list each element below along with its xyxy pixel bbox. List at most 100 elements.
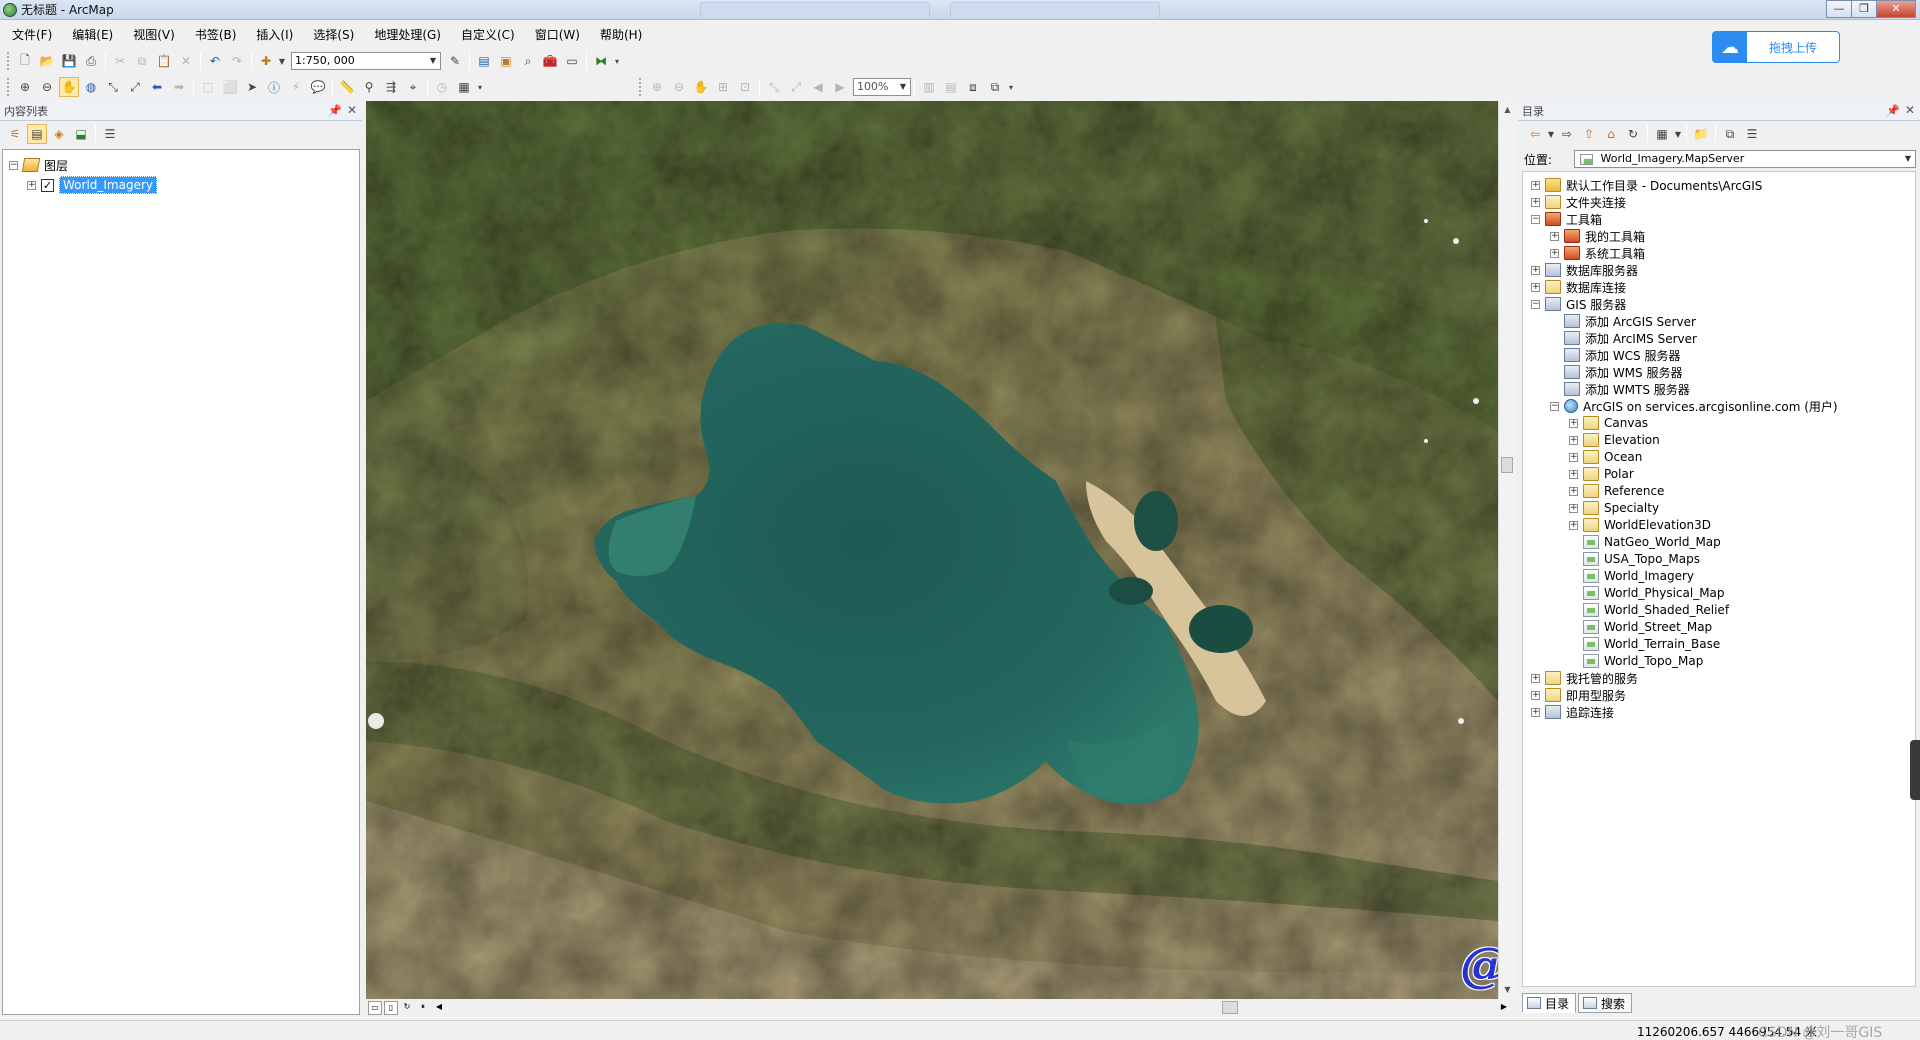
layout-view-icon[interactable]: ▯: [384, 1001, 398, 1015]
list-by-visibility-icon[interactable]: ◈: [49, 124, 69, 144]
catalog-tree-item[interactable]: NatGeo_World_Map: [1569, 533, 1721, 551]
menu-insert[interactable]: 插入(I): [244, 24, 301, 46]
catalog-tree-item[interactable]: 添加 ArcIMS Server: [1550, 329, 1697, 347]
catalog-tree-item[interactable]: + 我的工具箱: [1550, 227, 1645, 245]
pan-hand-icon[interactable]: ✋: [59, 77, 79, 97]
catalog-tree-item[interactable]: World_Topo_Map: [1569, 652, 1703, 670]
next-extent-icon[interactable]: ▶: [830, 77, 850, 97]
expand-icon[interactable]: +: [1569, 520, 1578, 530]
horizontal-scrollbar-thumb[interactable]: [1222, 1001, 1238, 1014]
tab-search[interactable]: 搜索: [1578, 993, 1633, 1013]
fixed-zoom-out-layout-icon[interactable]: ⤢: [786, 77, 806, 97]
expand-icon[interactable]: +: [27, 180, 36, 190]
menu-windows[interactable]: 窗口(W): [523, 24, 588, 46]
menu-customize[interactable]: 自定义(C): [449, 24, 523, 46]
redo-icon[interactable]: ↷: [227, 51, 247, 71]
layers-root-row[interactable]: − 图层: [9, 156, 68, 174]
expand-icon[interactable]: +: [1550, 231, 1559, 241]
catalog-tree-item[interactable]: 添加 WMS 服务器: [1550, 363, 1682, 381]
toolbar-options-icon[interactable]: ▾: [1007, 77, 1015, 97]
map-view[interactable]: @ 刘一哥GIS: [366, 101, 1498, 999]
undo-icon[interactable]: ↶: [205, 51, 225, 71]
home-folder-icon[interactable]: ⌂: [1601, 124, 1621, 144]
catalog-tree-item[interactable]: World_Shaded_Relief: [1569, 601, 1729, 619]
copy-icon[interactable]: ⧉: [132, 51, 152, 71]
identify-icon[interactable]: ⓘ: [264, 77, 284, 97]
data-view-icon[interactable]: ▭: [368, 1001, 382, 1015]
focus-data-frame-icon[interactable]: ▤: [941, 77, 961, 97]
catalog-tree-item[interactable]: USA_Topo_Maps: [1569, 550, 1700, 568]
catalog-tree-item[interactable]: + Elevation: [1569, 431, 1660, 449]
view-options-dropdown-icon[interactable]: ▼: [1674, 124, 1682, 144]
search-window-icon[interactable]: ⌕: [518, 51, 538, 71]
connect-to-folder-icon[interactable]: 📁: [1691, 124, 1711, 144]
cut-icon[interactable]: ✂: [110, 51, 130, 71]
full-extent-globe-icon[interactable]: ◍: [81, 77, 101, 97]
layer-name[interactable]: World_Imagery: [59, 176, 158, 194]
toggle-contents-panel-icon[interactable]: ⧉: [1720, 124, 1740, 144]
editor-toolbar-icon[interactable]: ✎: [445, 51, 465, 71]
find-route-icon[interactable]: ⇶: [381, 77, 401, 97]
back-arrow-icon[interactable]: ⇦: [1525, 124, 1545, 144]
scroll-up-arrow-icon[interactable]: ▲: [1500, 102, 1515, 118]
expand-icon[interactable]: +: [1569, 418, 1578, 428]
list-by-drawing-order-icon[interactable]: ⚟: [5, 124, 25, 144]
expand-icon[interactable]: +: [1569, 469, 1578, 479]
catalog-tree-item[interactable]: + Reference: [1569, 482, 1664, 500]
location-combobox[interactable]: World_Imagery.MapServer ▼: [1574, 150, 1916, 168]
zoom-in-icon[interactable]: ⊕: [15, 77, 35, 97]
print-icon[interactable]: ⎙: [81, 51, 101, 71]
catalog-window-icon[interactable]: ▣: [496, 51, 516, 71]
fixed-zoom-in-icon[interactable]: ⤡: [103, 77, 123, 97]
clear-selection-icon[interactable]: ⬜: [220, 77, 240, 97]
layout-pan-icon[interactable]: ✋: [691, 77, 711, 97]
expand-icon[interactable]: +: [1531, 707, 1540, 717]
select-features-icon[interactable]: ⬚: [198, 77, 218, 97]
map-scale-combobox[interactable]: 1:750, 000 ▼: [291, 52, 441, 70]
add-data-icon[interactable]: ✚: [256, 51, 276, 71]
layer-visibility-checkbox[interactable]: ✓: [41, 178, 54, 192]
expand-icon[interactable]: +: [1531, 673, 1540, 683]
arctoolbox-icon[interactable]: 🧰: [540, 51, 560, 71]
scrollbar-thumb[interactable]: [1501, 457, 1513, 473]
catalog-tree-item[interactable]: + 文件夹连接: [1531, 193, 1626, 211]
expand-icon[interactable]: +: [1569, 452, 1578, 462]
minimize-button[interactable]: —: [1826, 0, 1852, 18]
create-viewer-window-icon[interactable]: ▦: [454, 77, 474, 97]
toggle-draft-mode-icon[interactable]: ▥: [919, 77, 939, 97]
side-dock-handle[interactable]: [1910, 740, 1920, 800]
expand-icon[interactable]: +: [1569, 486, 1578, 496]
catalog-tree-item[interactable]: + 默认工作目录 - Documents\ArcGIS: [1531, 176, 1762, 194]
measure-icon[interactable]: 📏: [337, 77, 357, 97]
list-by-selection-icon[interactable]: ⬓: [71, 124, 91, 144]
layout-zoom-in-icon[interactable]: ⊕: [647, 77, 667, 97]
tab-catalog[interactable]: 目录: [1522, 993, 1577, 1013]
menu-bookmarks[interactable]: 书签(B): [183, 24, 245, 46]
catalog-tree-item[interactable]: + 系统工具箱: [1550, 244, 1645, 262]
catalog-tree-item[interactable]: World_Street_Map: [1569, 618, 1712, 636]
expand-icon[interactable]: +: [1531, 690, 1540, 700]
catalog-tree-item[interactable]: + 数据库服务器: [1531, 261, 1638, 279]
new-document-icon[interactable]: 🗋: [15, 51, 35, 71]
scroll-right-arrow-icon[interactable]: ▶: [1497, 1001, 1511, 1015]
zoom-whole-page-icon[interactable]: ⊞: [713, 77, 733, 97]
catalog-options-icon[interactable]: ☰: [1742, 124, 1762, 144]
pause-drawing-icon[interactable]: ⏸: [416, 1001, 430, 1015]
menu-selection[interactable]: 选择(S): [301, 24, 362, 46]
paste-icon[interactable]: 📋: [154, 51, 174, 71]
view-options-icon[interactable]: ▦: [1652, 124, 1672, 144]
expand-icon[interactable]: +: [1531, 282, 1540, 292]
collapse-icon[interactable]: −: [1550, 401, 1559, 411]
menu-edit[interactable]: 编辑(E): [60, 24, 121, 46]
close-icon[interactable]: ✕: [1905, 103, 1915, 117]
list-by-source-icon[interactable]: ▤: [27, 124, 47, 144]
catalog-tree-item[interactable]: World_Imagery: [1569, 567, 1694, 585]
toolbar-options-icon[interactable]: ▾: [476, 77, 484, 97]
toc-options-icon[interactable]: ☰: [100, 124, 120, 144]
toolbar-grip[interactable]: [7, 52, 11, 70]
zoom-out-icon[interactable]: ⊖: [37, 77, 57, 97]
table-of-contents-window-icon[interactable]: ▤: [474, 51, 494, 71]
open-folder-icon[interactable]: 📂: [37, 51, 57, 71]
modelbuilder-icon[interactable]: ⧓: [591, 51, 611, 71]
go-back-arrow-icon[interactable]: ⬅: [147, 77, 167, 97]
